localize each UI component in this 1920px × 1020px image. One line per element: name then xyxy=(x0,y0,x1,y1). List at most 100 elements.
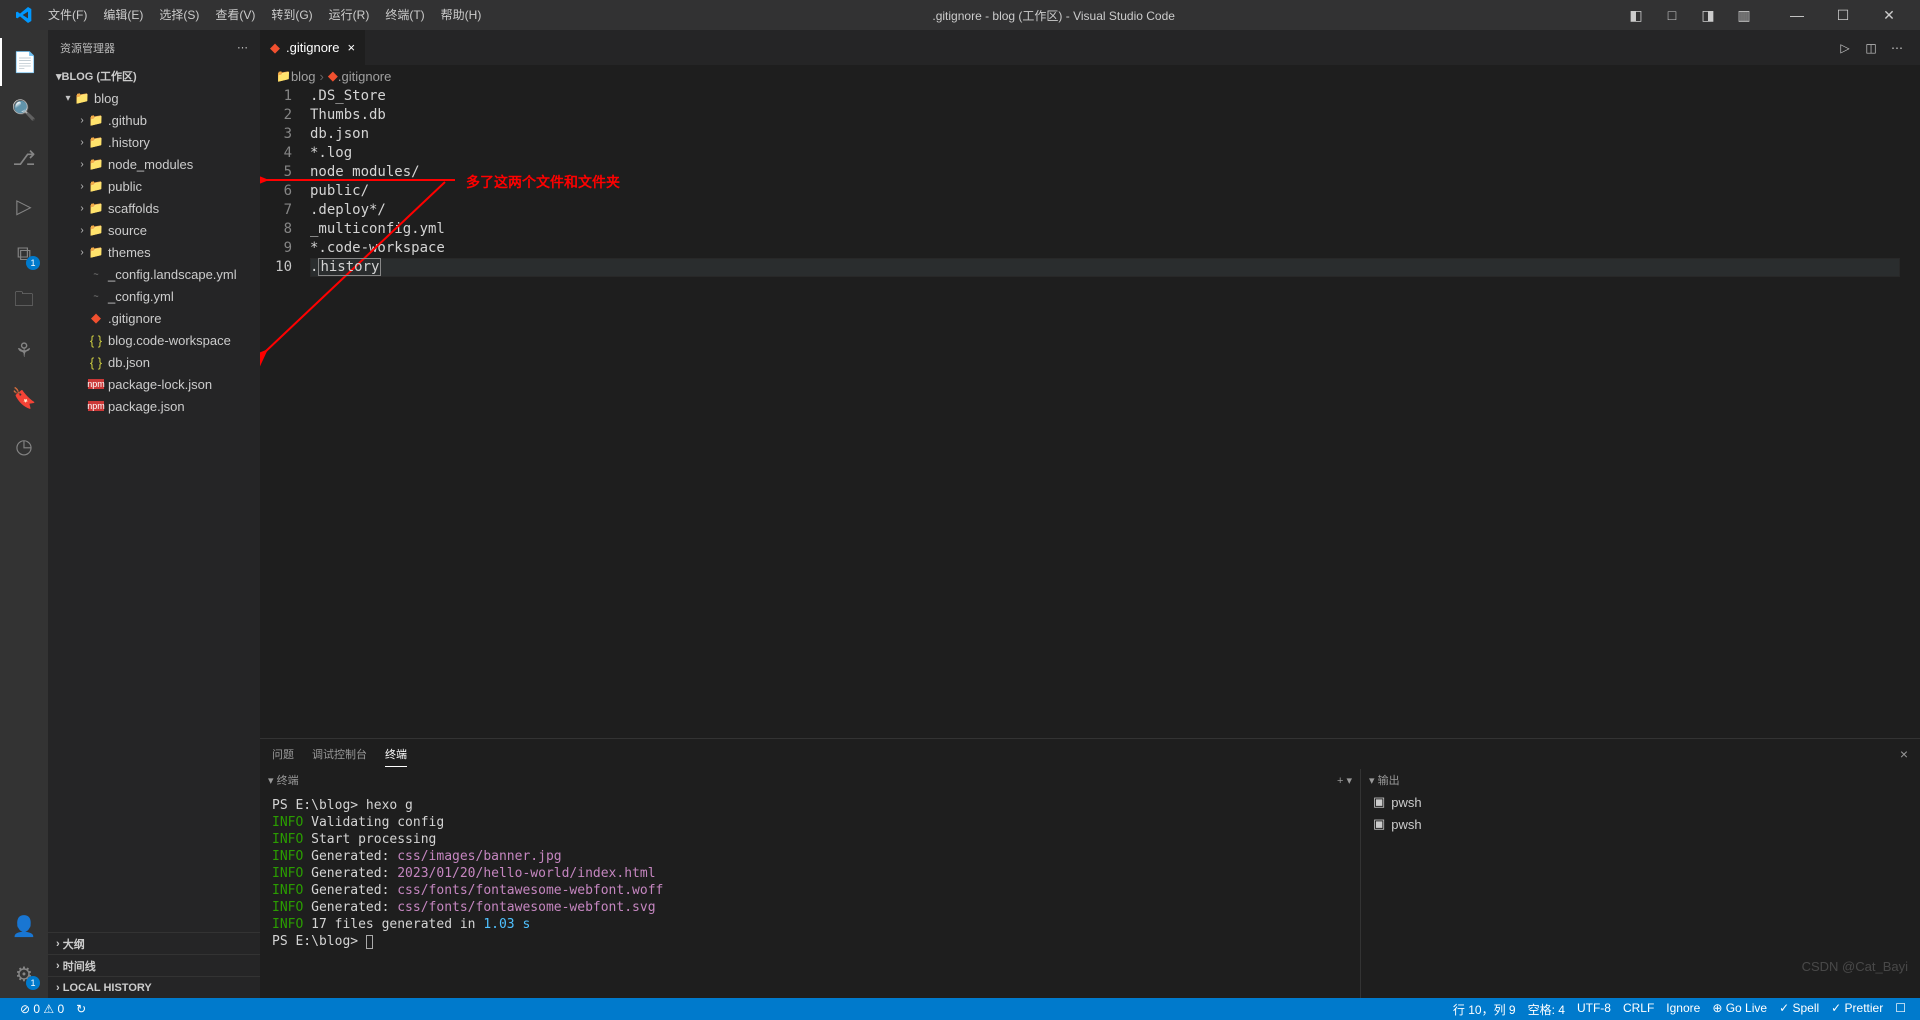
folder-icon: 📁 xyxy=(88,201,104,215)
tree-item[interactable]: ◆.gitignore xyxy=(48,307,260,329)
settings-gear-icon[interactable]: ⚙1 xyxy=(0,950,48,998)
watermark: CSDN @Cat_Bayi xyxy=(1802,959,1908,974)
folder-nm-icon: 📁 xyxy=(88,157,104,171)
npm-icon: npm xyxy=(88,401,104,411)
testing-icon[interactable]: ⚘ xyxy=(0,326,48,374)
layout-sidebar-left-icon[interactable]: ◧ xyxy=(1618,0,1654,30)
split-editor-icon[interactable]: ◫ xyxy=(1858,41,1884,55)
status-item[interactable]: ↻ xyxy=(70,1002,92,1016)
tree-item[interactable]: { }blog.code-workspace xyxy=(48,329,260,351)
tree-item[interactable]: ▾📁blog xyxy=(48,87,260,109)
tree-item[interactable]: ~_config.yml xyxy=(48,285,260,307)
extensions-icon[interactable]: ⧉1 xyxy=(0,230,48,278)
tree-item[interactable]: ›📁scaffolds xyxy=(48,197,260,219)
chevron-down-icon[interactable]: ▾ xyxy=(268,775,274,787)
layout-sidebar-right-icon[interactable]: ◨ xyxy=(1690,0,1726,30)
tab-close-icon[interactable]: × xyxy=(347,40,355,55)
terminal-dropdown-icon[interactable]: ▾ xyxy=(1346,775,1352,787)
panel-close-icon[interactable]: × xyxy=(1900,746,1908,762)
tree-item[interactable]: ›📁source xyxy=(48,219,260,241)
sidebar-section[interactable]: › LOCAL HISTORY xyxy=(48,976,260,998)
terminal[interactable]: PS E:\blog> hexo gINFO Validating config… xyxy=(260,791,1360,998)
menu-item[interactable]: 帮助(H) xyxy=(433,0,490,30)
layout-controls[interactable]: ◧ □ ◨ ▥ xyxy=(1618,0,1762,30)
more-actions-icon[interactable]: ⋯ xyxy=(1884,41,1910,55)
sidebar-section[interactable]: › 时间线 xyxy=(48,954,260,976)
status-item[interactable]: Ignore xyxy=(1660,1001,1706,1018)
panel-tab[interactable]: 终端 xyxy=(385,742,407,767)
status-item[interactable]: UTF-8 xyxy=(1571,1001,1617,1018)
vscode-logo-icon xyxy=(16,7,32,23)
tree-item[interactable]: ›📁.history xyxy=(48,131,260,153)
live-share-icon[interactable]: ◷ xyxy=(0,422,48,470)
status-item[interactable]: CRLF xyxy=(1617,1001,1660,1018)
json-icon: { } xyxy=(88,355,104,370)
source-control-icon[interactable]: ⎇ xyxy=(0,134,48,182)
breadcrumb[interactable]: 📁 blog › ◆ .gitignore xyxy=(260,65,1920,87)
git-icon: ◆ xyxy=(88,310,104,326)
status-item[interactable]: ⊘ 0 ⚠ 0 xyxy=(14,1002,70,1016)
sidebar-more-icon[interactable]: ⋯ xyxy=(237,41,248,54)
new-terminal-icon[interactable]: + xyxy=(1337,775,1343,787)
accounts-icon[interactable]: 👤 xyxy=(0,902,48,950)
yml-icon: ~ xyxy=(88,291,104,301)
menu-item[interactable]: 编辑(E) xyxy=(95,0,151,30)
layout-panel-icon[interactable]: □ xyxy=(1654,0,1690,30)
status-item[interactable]: ✓ Spell xyxy=(1773,1001,1825,1018)
run-debug-icon[interactable]: ▷ xyxy=(0,182,48,230)
git-icon: ◆ xyxy=(328,68,338,84)
search-icon[interactable]: 🔍 xyxy=(0,86,48,134)
json-icon: { } xyxy=(88,333,104,348)
terminal-list-item[interactable]: ▣pwsh xyxy=(1361,813,1920,835)
yml-icon: ~ xyxy=(88,269,104,279)
tree-item[interactable]: ›📁themes xyxy=(48,241,260,263)
tab-gitignore[interactable]: ◆ .gitignore × xyxy=(260,30,365,65)
folder-gh-icon: 📁 xyxy=(88,113,104,127)
layout-customize-icon[interactable]: ▥ xyxy=(1726,0,1762,30)
remote-explorer-icon[interactable]: 🗀 xyxy=(0,278,48,326)
terminal-list-item[interactable]: ▣pwsh xyxy=(1361,791,1920,813)
titlebar: 文件(F)编辑(E)选择(S)查看(V)转到(G)运行(R)终端(T)帮助(H)… xyxy=(0,0,1920,30)
editor[interactable]: 12345678910 .DS_StoreThumbs.dbdb.json*.l… xyxy=(260,87,1920,738)
tree-item[interactable]: ›📁public xyxy=(48,175,260,197)
tree-item[interactable]: ›📁.github xyxy=(48,109,260,131)
status-item[interactable]: ✓ Prettier xyxy=(1825,1001,1889,1018)
status-item[interactable]: ☐ xyxy=(1889,1001,1912,1018)
terminal-icon: ▣ xyxy=(1373,816,1385,832)
menu-item[interactable]: 终端(T) xyxy=(377,0,432,30)
tree-item[interactable]: ~_config.landscape.yml xyxy=(48,263,260,285)
npm-icon: npm xyxy=(88,379,104,389)
folder-icon: 📁 xyxy=(88,135,104,149)
folder-src-icon: 📁 xyxy=(88,223,104,237)
sidebar-section[interactable]: › 大纲 xyxy=(48,932,260,954)
panel-tab[interactable]: 调试控制台 xyxy=(312,742,367,766)
git-icon: ◆ xyxy=(270,40,280,56)
tab-label: .gitignore xyxy=(286,40,339,55)
workspace-label: BLOG (工作区) xyxy=(62,68,137,84)
status-item[interactable]: 行 10，列 9 xyxy=(1447,1001,1522,1018)
tree-item[interactable]: ›📁node_modules xyxy=(48,153,260,175)
close-button[interactable]: ✕ xyxy=(1866,0,1912,30)
tree-item[interactable]: npmpackage-lock.json xyxy=(48,373,260,395)
menu-item[interactable]: 选择(S) xyxy=(151,0,207,30)
explorer-icon[interactable]: 📄 xyxy=(0,38,48,86)
editor-tabs: ◆ .gitignore × ▷ ◫ ⋯ xyxy=(260,30,1920,65)
menu-item[interactable]: 运行(R) xyxy=(321,0,378,30)
panel-tab[interactable]: 问题 xyxy=(272,742,294,766)
editor-area: ◆ .gitignore × ▷ ◫ ⋯ 📁 blog › ◆ .gitigno… xyxy=(260,30,1920,998)
menu-item[interactable]: 文件(F) xyxy=(40,0,95,30)
bookmarks-icon[interactable]: 🔖 xyxy=(0,374,48,422)
run-icon[interactable]: ▷ xyxy=(1832,41,1858,55)
folder-icon: 📁 xyxy=(74,91,90,105)
menu-item[interactable]: 转到(G) xyxy=(263,0,320,30)
menu-item[interactable]: 查看(V) xyxy=(207,0,263,30)
maximize-button[interactable]: ☐ xyxy=(1820,0,1866,30)
minimize-button[interactable]: — xyxy=(1774,0,1820,30)
panel: 问题调试控制台终端× ▾ 终端 + ▾ PS E:\blog> hexo gIN… xyxy=(260,738,1920,998)
status-item[interactable]: 空格: 4 xyxy=(1522,1001,1571,1018)
activity-bar: 📄 🔍 ⎇ ▷ ⧉1 🗀 ⚘ 🔖 ◷ 👤 ⚙1 xyxy=(0,30,48,998)
status-item[interactable]: ⊕ Go Live xyxy=(1706,1001,1773,1018)
window-title: .gitignore - blog (工作区) - Visual Studio … xyxy=(489,7,1618,24)
tree-item[interactable]: { }db.json xyxy=(48,351,260,373)
tree-item[interactable]: npmpackage.json xyxy=(48,395,260,417)
